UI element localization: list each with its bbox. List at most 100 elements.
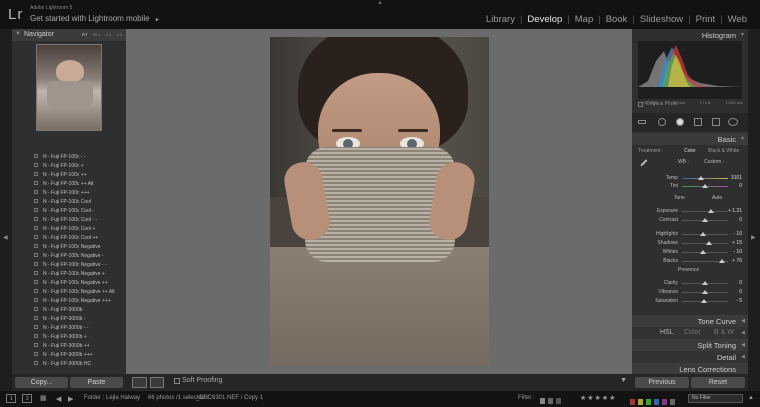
wb-eyedropper-icon[interactable] [640,159,652,171]
slider-value[interactable]: 0 [739,280,742,286]
preset-item[interactable]: N - Fuji FP-100c Negative [12,242,126,251]
slider-tint[interactable]: Tint 0 [632,182,748,190]
preset-item[interactable]: N - Fuji FP-100c Cool - [12,206,126,215]
slider-thumb[interactable] [702,218,708,222]
slider-value[interactable]: 0 [739,217,742,223]
slider-value[interactable]: - 5 [736,298,742,304]
preset-item[interactable]: N - Fuji FP-100c ++ [12,170,126,179]
page2-button[interactable]: 2 [22,394,32,403]
copy-button[interactable]: Copy... [15,377,68,388]
zoom-1-4[interactable]: 1:4 [116,32,122,37]
preset-item[interactable]: N - Fuji FP-100c Cool - - [12,215,126,224]
zoom-fit[interactable]: FIT [82,32,88,37]
preset-item[interactable]: N - Fuji FP-100c Negative ++ [12,278,126,287]
slider-thumb[interactable] [699,232,706,236]
slider-value[interactable]: - 10 [733,231,742,237]
original-photo-checkbox[interactable] [638,102,643,107]
slider-value[interactable]: 0 [739,289,742,295]
slider-value[interactable]: + 76 [732,258,742,264]
module-slideshow[interactable]: Slideshow [635,14,688,25]
previous-button[interactable]: Previous [635,377,689,388]
slider-track[interactable] [682,178,728,179]
preset-item[interactable]: N - Fuji FP-3000b ++ [12,341,126,350]
preset-item[interactable]: N - Fuji FP-3000b HC [12,359,126,368]
toolbar-menu-arrow-icon[interactable]: ▼ [620,377,627,384]
loupe-view-button[interactable] [132,377,147,388]
preset-item[interactable]: N - Fuji FP-3000b +++ [12,350,126,359]
module-develop[interactable]: Develop [522,14,567,25]
page1-button[interactable]: 1 [6,394,16,403]
module-map[interactable]: Map [570,14,598,25]
paste-button[interactable]: Paste [70,377,123,388]
navigator-preview[interactable] [36,44,102,131]
next-arrow-icon[interactable]: ▶ [68,395,73,403]
red-eye-icon[interactable] [694,118,702,126]
before-after-button[interactable] [150,377,164,388]
mobile-link[interactable]: Get started with Lightroom mobile ► [30,14,160,23]
preset-item[interactable]: N - Fuji FP-100c Cool + [12,224,126,233]
auto-button[interactable]: Auto [712,195,722,201]
zoom-1-1[interactable]: 1:1 [106,32,112,37]
slider-value[interactable]: + 15 [732,240,742,246]
reset-button[interactable]: Reset [691,377,745,388]
preset-item[interactable]: N - Fuji FP-100c Negative + [12,269,126,278]
color-label-filters[interactable] [630,395,686,405]
module-library[interactable]: Library [481,14,520,25]
preset-item[interactable]: N - Fuji FP-100c Cool ++ [12,233,126,242]
basic-header[interactable]: Basic ▼ [632,133,748,145]
preset-item[interactable]: N - Fuji FP-100c Negative ++ Alt [12,287,126,296]
preset-item[interactable]: N - Fuji FP-100c Negative - - [12,260,126,269]
slider-whites[interactable]: Whites - 10 [632,248,748,256]
slider-highlights[interactable]: Highlights - 10 [632,230,748,238]
lens-corrections-header[interactable]: Lens Corrections [632,363,748,374]
preset-item[interactable]: N - Fuji FP-3000b - [12,314,126,323]
preset-item[interactable]: N - Fuji FP-100c +++ [12,188,126,197]
preset-item[interactable]: N - Fuji FP-100c + [12,161,126,170]
slider-contrast[interactable]: Contrast 0 [632,216,748,224]
split-toning-header[interactable]: Split Toning ◀ [632,339,748,351]
slider-thumb[interactable] [702,184,708,188]
slider-thumb[interactable] [702,281,708,285]
histogram-graph[interactable]: ISO 200 50 mm f / 1.8 1/100 sec [638,41,743,105]
slider-value[interactable]: 3101 [731,175,742,181]
prev-arrow-icon[interactable]: ◀ [56,395,61,403]
preset-item[interactable]: N - Fuji FP-3000b [12,305,126,314]
bw-tab[interactable]: B & W [714,329,734,336]
folder-path[interactable]: Folder : Lejla Halway [84,395,140,401]
grid-icon[interactable] [638,120,646,124]
adjustment-brush-icon[interactable] [728,118,738,126]
slider-thumb[interactable] [702,290,708,294]
collapse-top-arrow-icon[interactable]: ▲ [377,0,383,6]
slider-value[interactable]: - 10 [733,249,742,255]
graduated-filter-icon[interactable] [712,118,720,126]
histogram-header[interactable]: Histogram ▼ [632,29,748,41]
right-panel-edge[interactable]: ▶ [748,29,760,391]
slider-thumb[interactable] [701,299,708,303]
preset-item[interactable]: N - Fuji FP-100c - - [12,152,126,161]
flag-filters[interactable] [540,394,570,404]
slider-value[interactable]: + 1.31 [728,208,742,214]
preset-item[interactable]: N - Fuji FP-3000b - - [12,323,126,332]
hsl-tab[interactable]: HSL [660,329,674,336]
filmstrip-expand-arrow-icon[interactable]: ▲ [748,395,754,401]
left-panel-edge[interactable]: ◀ [0,29,12,391]
detail-header[interactable]: Detail ◀ [632,351,748,363]
main-photo[interactable] [270,37,489,366]
treatment-color[interactable]: Color [684,148,696,154]
slider-thumb[interactable] [699,250,706,254]
preset-item[interactable]: N - Fuji FP-100c Cool [12,197,126,206]
slider-clarity[interactable]: Clarity 0 [632,279,748,287]
zoom-fill[interactable]: FILL [93,32,101,37]
module-print[interactable]: Print [691,14,721,25]
slider-exposure[interactable]: Exposure + 1.31 [632,207,748,215]
treatment-bw[interactable]: Black & White [708,148,739,154]
hsl-header[interactable]: HSL Color B & W ◀ [632,327,748,339]
slider-thumb[interactable] [707,209,714,213]
slider-track[interactable] [682,211,728,212]
preset-item[interactable]: N - Fuji FP-100c Negative - [12,251,126,260]
preset-item[interactable]: N - Fuji FP-3000b + [12,332,126,341]
spot-removal-icon[interactable] [676,118,684,126]
slider-value[interactable]: 0 [739,183,742,189]
slider-thumb[interactable] [705,241,712,245]
rating-filter[interactable]: ★★★★★ [580,394,616,402]
